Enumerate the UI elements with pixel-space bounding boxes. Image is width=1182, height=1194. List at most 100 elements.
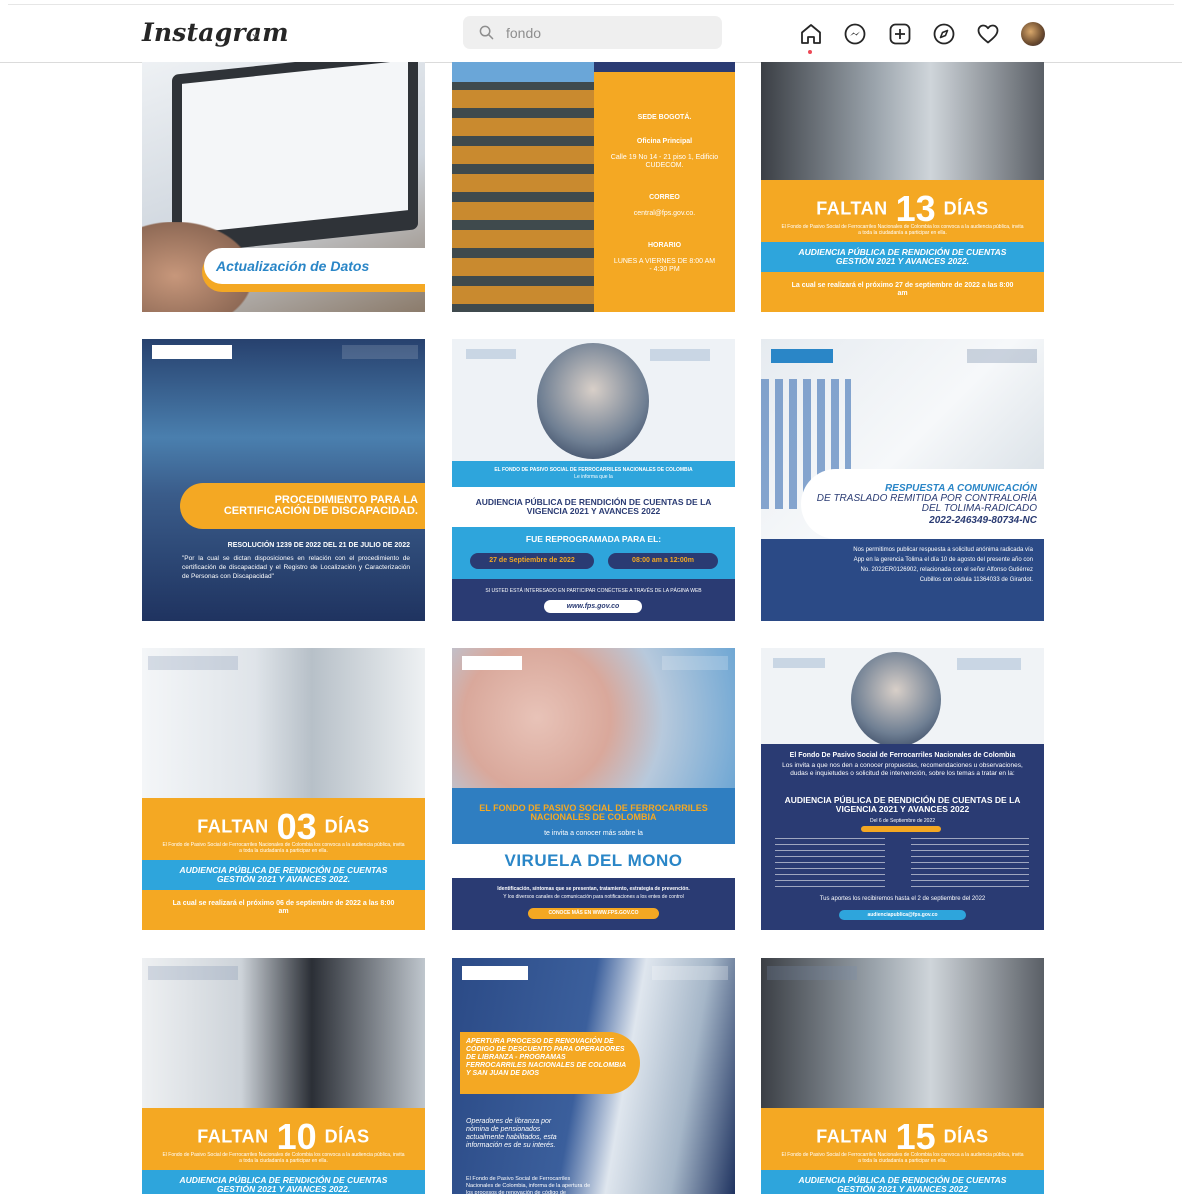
profile-avatar[interactable] — [1021, 22, 1045, 46]
home-active-indicator — [808, 50, 812, 54]
web-pill: www.fps.gov.co — [544, 600, 642, 613]
audiencia-panel: El Fondo De Pasivo Social de Ferrocarril… — [761, 744, 1044, 930]
audiencia-text: AUDIENCIA PÚBLICA DE RENDICIÓN DE CUENTA… — [179, 1175, 388, 1194]
countdown-band: FALTAN 10 DÍAS El Fondo de Pasivo Social d… — [142, 1108, 425, 1170]
post-tile-faltan-13[interactable]: FALTAN 13 DÍAS El Fondo de Pasivo Social d… — [761, 62, 1044, 312]
gobierno-logo — [771, 349, 833, 363]
post-tile-certificacion-discapacidad[interactable]: PROCEDIMIENTO PARA LA CERTIFICACIÓN DE D… — [142, 339, 425, 621]
title-pill: RESPUESTA A COMUNICACIÓN DE TRASLADO REM… — [801, 469, 1044, 539]
post-tile-respuesta-contraloria[interactable]: RESPUESTA A COMUNICACIÓN DE TRASLADO REM… — [761, 339, 1044, 621]
correo-text: audienciapublica@fps.gov.co — [867, 912, 938, 918]
post-tile-audiencia-reprogramada[interactable]: EL FONDO DE PASIVO SOCIAL DE FERROCARRIL… — [452, 339, 735, 621]
faltan-label: FALTAN — [816, 1126, 888, 1147]
sky-strip — [452, 62, 594, 82]
fps-logo — [342, 345, 418, 359]
ministerio-logo — [957, 658, 1021, 670]
post-tile-audiencia-propuestas[interactable]: El Fondo De Pasivo Social de Ferrocarril… — [761, 648, 1044, 930]
info-panel: SEDE BOGOTÁ. Oficina Principal Calle 19 … — [594, 62, 735, 312]
hora-pill: 08:00 am a 12:00m — [608, 553, 718, 569]
title-pill: APERTURA PROCESO DE RENOVACIÓN DE CÓDIGO… — [460, 1032, 640, 1094]
informa-text: Le informa que la — [574, 474, 613, 480]
window-divider — [8, 4, 1174, 5]
invita-text: te invita a conocer más sobre la — [544, 830, 643, 837]
respuesta-band: Nos permitimos publicar respuesta a soli… — [761, 539, 1044, 621]
account-switcher-chevron-icon[interactable]: ⌄ — [250, 26, 260, 40]
post-title: Actualización de Datos — [216, 258, 370, 274]
instagram-logo[interactable]: Instagram — [142, 18, 289, 47]
fps-logo — [767, 966, 857, 980]
correo-label: CORREO — [649, 194, 680, 201]
web-text: www.fps.gov.co — [566, 603, 620, 610]
audiencia-band: AUDIENCIA PÚBLICA DE RENDICIÓN DE CUENTA… — [761, 242, 1044, 272]
resolucion-description: "Por la cual se dictan disposiciones en … — [182, 555, 410, 580]
direccion-text: Calle 19 No 14 - 21 piso 1, Edificio CUD… — [610, 154, 719, 169]
countdown-band: FALTAN 13 DÍAS El Fondo de Pasivo Social d… — [761, 180, 1044, 242]
fecha-text: La cual se realizará el próximo 27 de se… — [791, 282, 1014, 297]
form-screenshot — [182, 62, 408, 234]
radicado-text: 2022-246349-80734-NC — [929, 515, 1037, 526]
fondo-band: EL FONDO DE PASIVO SOCIAL DE FERROCARRIL… — [452, 461, 735, 487]
audiencia-text: AUDIENCIA PÚBLICA DE RENDICIÓN DE CUENTA… — [179, 865, 388, 884]
faltan-label: FALTAN — [816, 198, 888, 219]
reprogramada-text: FUE REPROGRAMADA PARA EL: — [525, 534, 662, 544]
dias-label: DÍAS — [943, 198, 989, 219]
convocatoria-text: El Fondo de Pasivo Social de Ferrocarril… — [781, 1152, 1024, 1164]
fps-logo — [466, 349, 516, 359]
days-number: 15 — [895, 1116, 936, 1157]
convocatoria-text: El Fondo de Pasivo Social de Ferrocarril… — [162, 1152, 405, 1164]
horario-label: HORARIO — [647, 242, 682, 249]
convocatoria-text: El Fondo de Pasivo Social de Ferrocarril… — [781, 224, 1024, 236]
activity-heart-icon[interactable] — [976, 22, 1000, 46]
invita-text: Los invita a que nos den a conocer propu… — [782, 762, 1023, 777]
explore-icon[interactable] — [932, 22, 956, 46]
fondo-text: El Fondo De Pasivo Social de Ferrocarril… — [789, 752, 1016, 759]
faltan-label: FALTAN — [197, 816, 269, 837]
temas-pill — [861, 826, 941, 832]
viruela-box: VIRUELA DEL MONO — [452, 844, 735, 878]
audiencia-text: AUDIENCIA PÚBLICA DE RENDICIÓN DE CUENTA… — [784, 795, 1021, 814]
building-photo — [452, 62, 594, 312]
post-tile-faltan-10[interactable]: FALTAN 10 DÍAS El Fondo de Pasivo Social d… — [142, 958, 425, 1194]
faltan-label: FALTAN — [197, 1126, 269, 1147]
audiencia-band: AUDIENCIA PÚBLICA DE RENDICIÓN DE CUENTA… — [142, 860, 425, 890]
horario-text: LUNES A VIERNES DE 8:00 AM - 4:30 PM — [613, 258, 716, 273]
top-navigation-bar: Instagram ⌄ fondo — [0, 0, 1182, 63]
post-tile-viruela-del-mono[interactable]: EL FONDO DE PASIVO SOCIAL DE FERROCARRIL… — [452, 648, 735, 930]
audiencia-text: AUDIENCIA PÚBLICA DE RENDICIÓN DE CUENTA… — [475, 497, 712, 516]
post-tile-actualizacion-datos[interactable]: Actualización de Datos — [142, 62, 425, 312]
countdown-band: FALTAN 03 DÍAS El Fondo de Pasivo Social d… — [142, 798, 425, 860]
fps-logo — [967, 349, 1037, 363]
identificacion-text: Identificación, síntomas que se presenta… — [497, 886, 690, 892]
dias-label: DÍAS — [943, 1126, 989, 1147]
messenger-icon[interactable] — [843, 22, 867, 46]
apertura-text: El Fondo de Pasivo Social de Ferrocarril… — [466, 1176, 591, 1194]
fondo-band: EL FONDO DE PASIVO SOCIAL DE FERROCARRIL… — [452, 788, 735, 828]
post-tile-apertura-libranza[interactable]: APERTURA PROCESO DE RENOVACIÓN DE CÓDIGO… — [452, 958, 735, 1194]
post-tile-faltan-15[interactable]: FALTAN 15 DÍAS El Fondo de Pasivo Social d… — [761, 958, 1044, 1194]
new-post-icon[interactable] — [888, 22, 912, 46]
fps-logo — [773, 658, 825, 668]
post-tile-faltan-03[interactable]: FALTAN 03 DÍAS El Fondo de Pasivo Social d… — [142, 648, 425, 930]
title-pill: PROCEDIMIENTO PARA LA CERTIFICACIÓN DE D… — [180, 483, 425, 529]
elderly-couple-photo — [537, 343, 649, 459]
home-icon[interactable] — [799, 22, 823, 46]
operadores-text: Operadores de libranza por nómina de pen… — [466, 1118, 557, 1149]
audiencia-box: AUDIENCIA PÚBLICA DE RENDICIÓN DE CUENTA… — [452, 487, 735, 527]
post-tile-sede-bogota[interactable]: SEDE BOGOTÁ. Oficina Principal Calle 19 … — [452, 62, 735, 312]
fondo-text: EL FONDO DE PASIVO SOCIAL DE FERROCARRIL… — [479, 803, 708, 822]
conoce-mas-label: CONOCE MÁS EN WWW.FPS.GOV.CO — [548, 910, 639, 916]
fecha-band: La cual se realizará el próximo 27 de se… — [761, 272, 1044, 312]
post-title: APERTURA PROCESO DE RENOVACIÓN DE CÓDIGO… — [466, 1038, 626, 1077]
title-pill: Actualización de Datos — [204, 248, 425, 284]
temas-list-right — [911, 838, 1029, 890]
canales-text: Y los diversos canales de comunicación p… — [503, 894, 684, 900]
audiencia-text: AUDIENCIA PÚBLICA DE RENDICIÓN DE CUENTA… — [798, 247, 1007, 266]
ministerio-logo — [462, 656, 522, 670]
search-input[interactable]: fondo — [463, 16, 722, 49]
conoce-mas-button: CONOCE MÁS EN WWW.FPS.GOV.CO — [528, 908, 659, 919]
info-band: Identificación, síntomas que se presenta… — [452, 878, 735, 930]
audiencia-text: AUDIENCIA PÚBLICA DE RENDICIÓN DE CUENTA… — [798, 1175, 1007, 1194]
audiencia-band: AUDIENCIA PÚBLICA DE RENDICIÓN DE CUENTA… — [761, 1170, 1044, 1194]
meeting-photo — [761, 958, 1044, 1108]
post-title: PROCEDIMIENTO PARA LA CERTIFICACIÓN DE D… — [223, 494, 418, 517]
